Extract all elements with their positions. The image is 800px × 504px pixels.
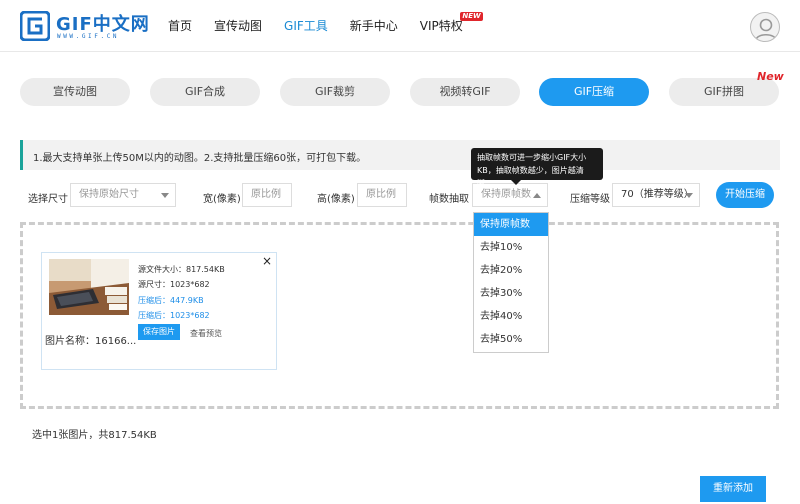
- height-placeholder: 原比例: [366, 189, 396, 200]
- nav-vip[interactable]: VIP特权 NEW: [419, 0, 483, 52]
- height-label: 高(像素): [317, 194, 355, 205]
- size-select-value: 保持原始尺寸: [79, 189, 139, 200]
- frame-label: 帧数抽取: [429, 194, 469, 205]
- tab-gif-compress[interactable]: GIF压缩: [539, 78, 649, 106]
- re-add-button[interactable]: 重新添加: [700, 476, 766, 502]
- width-label: 宽(像素): [203, 194, 241, 205]
- frame-option-10[interactable]: 去掉10%: [474, 236, 548, 259]
- tooltip-line-2: KB，抽取帧数越少，图片越清晰。: [477, 166, 584, 188]
- main-nav: 首页 宣传动图 GIF工具 新手中心 VIP特权 NEW: [168, 0, 485, 52]
- gif-thumbnail[interactable]: [49, 259, 129, 315]
- chevron-up-icon: [533, 193, 541, 198]
- save-image-button[interactable]: 保存图片: [138, 324, 180, 340]
- frame-option-50[interactable]: 去掉50%: [474, 328, 548, 351]
- file-name: 图片名称：16166...: [45, 336, 137, 347]
- chevron-down-icon: [161, 193, 169, 198]
- nav-promo-gifs[interactable]: 宣传动图: [214, 0, 262, 52]
- frame-select-value: 保持原帧数: [481, 189, 531, 200]
- start-compress-button[interactable]: 开始压缩: [716, 182, 774, 208]
- size-select[interactable]: 保持原始尺寸: [70, 183, 176, 207]
- nav-gif-tools[interactable]: GIF工具: [284, 0, 328, 52]
- width-input[interactable]: 原比例: [242, 183, 292, 207]
- tab-promo-gif[interactable]: 宣传动图: [20, 78, 130, 106]
- height-input[interactable]: 原比例: [357, 183, 407, 207]
- nav-beginner-center[interactable]: 新手中心: [350, 0, 398, 52]
- level-label: 压缩等级: [570, 194, 610, 205]
- notice-text: 1.最大支持单张上传50M以内的动图。2.支持批量压缩60张，可打包下载。: [33, 153, 367, 164]
- close-icon[interactable]: ×: [262, 255, 272, 267]
- frame-option-keep[interactable]: 保持原帧数: [474, 213, 548, 236]
- tab-video-to-gif[interactable]: 视频转GIF: [410, 78, 520, 106]
- gif-logo-icon[interactable]: [20, 11, 50, 41]
- frame-dropdown-menu: 保持原帧数 去掉10% 去掉20% 去掉30% 去掉40% 去掉50%: [473, 212, 549, 353]
- upload-notice: 1.最大支持单张上传50M以内的动图。2.支持批量压缩60张，可打包下载。: [20, 140, 780, 170]
- logo-subtitle: WWW.GIF.CN: [57, 33, 120, 40]
- source-dims: 源尺寸：1023*682: [138, 280, 210, 289]
- top-header: GIF中文网 WWW.GIF.CN 首页 宣传动图 GIF工具 新手中心 VIP…: [0, 0, 800, 52]
- preview-button[interactable]: 查看预览: [190, 328, 222, 339]
- user-avatar-icon[interactable]: [750, 12, 780, 42]
- selection-summary: 选中1张图片，共817.54KB: [32, 430, 157, 441]
- nav-home[interactable]: 首页: [168, 0, 192, 52]
- frame-option-30[interactable]: 去掉30%: [474, 282, 548, 305]
- tab-gif-crop[interactable]: GIF裁剪: [280, 78, 390, 106]
- width-placeholder: 原比例: [251, 189, 281, 200]
- tab-gif-compose[interactable]: GIF合成: [150, 78, 260, 106]
- frame-tooltip: 抽取帧数可进一步缩小GIF大小 KB，抽取帧数越少，图片越清晰。: [471, 148, 603, 188]
- tooltip-line-1: 抽取帧数可进一步缩小GIF大小: [477, 153, 587, 162]
- size-label: 选择尺寸: [28, 194, 68, 205]
- source-size: 源文件大小：817.54KB: [138, 265, 225, 274]
- frame-option-40[interactable]: 去掉40%: [474, 305, 548, 328]
- compressed-dims: 压缩后：1023*682: [138, 311, 210, 320]
- file-card: × 源文件大小：817.54KB 源尺寸：1023*682 压缩后：447.9K…: [41, 252, 277, 370]
- level-select[interactable]: 70（推荐等级）: [612, 183, 700, 207]
- vip-new-badge: NEW: [460, 12, 483, 21]
- chevron-down-icon: [685, 193, 693, 198]
- frame-option-20[interactable]: 去掉20%: [474, 259, 548, 282]
- level-select-value: 70（推荐等级）: [621, 189, 694, 200]
- collage-new-tag: New: [757, 70, 784, 83]
- nav-vip-label: VIP特权: [419, 19, 463, 33]
- compressed-size: 压缩后：447.9KB: [138, 296, 204, 305]
